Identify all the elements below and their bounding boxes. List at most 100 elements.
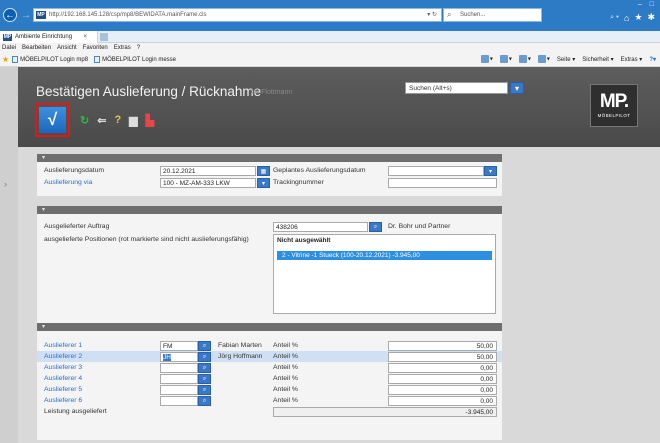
menu-favoriten[interactable]: Favoriten — [83, 45, 108, 51]
deliverer-6-share-label: Anteil % — [273, 397, 298, 404]
order-number-input[interactable]: 438206 — [273, 222, 368, 232]
deliverer-5-share-label: Anteil % — [273, 386, 298, 393]
confirm-button[interactable]: √ — [35, 103, 70, 137]
deliverer-4-code-input[interactable] — [160, 374, 198, 384]
order-panel: ▾ Ausgelieferter Auftrag 438206 ⌕ Dr. Bo… — [37, 206, 502, 323]
deliverer-2-label[interactable]: Auslieferer 2 — [44, 353, 82, 360]
deliverer-1-share-input[interactable]: 50,00 — [388, 341, 497, 351]
deliverers-panel-header[interactable]: ▾ — [37, 323, 502, 331]
delivery-panel-header[interactable]: ▾ — [37, 154, 502, 162]
app-area: › Bestätigen Auslieferung / Rücknahme Ul… — [0, 67, 660, 443]
tools-menu[interactable]: Extras ▾ — [621, 56, 643, 63]
deliverer-3-label[interactable]: Auslieferer 3 — [44, 364, 82, 371]
deliverers-panel: ▾ Auslieferer 1 FM ⌕ Fabian Marten Antei… — [37, 323, 502, 440]
gear-icon[interactable]: ✱ — [647, 12, 655, 23]
favorite-login-messe[interactable]: MÖBELPILOT Login messe — [94, 56, 176, 63]
favorites-bar: ★ MÖBELPILOT Login mp8 MÖBELPILOT Login … — [0, 53, 660, 67]
order-label: Ausgelieferter Auftrag — [44, 223, 110, 230]
deliverer-4-search-icon[interactable]: ⌕ — [198, 374, 211, 384]
deliverer-2-share-label: Anteil % — [273, 353, 298, 360]
deliverer-1-code-input[interactable]: FM — [160, 341, 198, 351]
deliverer-1-label[interactable]: Auslieferer 1 — [44, 342, 82, 349]
mail-dropdown-icon[interactable]: ▾ — [518, 55, 531, 63]
help-icon[interactable]: ? — [114, 114, 121, 126]
deliverer-6-share-input[interactable]: 0,00 — [388, 396, 497, 406]
favorites-star-icon[interactable]: ★ — [634, 12, 642, 23]
order-search-icon[interactable]: ⌕ — [369, 222, 382, 232]
left-strip: › — [0, 67, 18, 443]
page-icon — [12, 56, 19, 63]
app-search-input[interactable]: Suchen (Alt+s) — [405, 82, 508, 94]
print-icon[interactable]: ▾ — [537, 55, 550, 63]
calendar-icon[interactable]: ▦ — [257, 166, 270, 176]
deliverer-6-code-input[interactable] — [160, 396, 198, 406]
menu-bearbeiten[interactable]: Bearbeiten — [22, 45, 51, 51]
tracking-label: Trackingnummer — [273, 179, 324, 186]
site-favicon-icon: MP — [36, 11, 46, 19]
favorites-star-icon[interactable]: ★ — [2, 55, 9, 64]
refresh-icon[interactable]: ↻ — [80, 114, 89, 127]
minimize-icon[interactable]: – — [638, 1, 642, 8]
deliverer-6-label[interactable]: Auslieferer 6 — [44, 397, 82, 404]
delivery-via-label[interactable]: Auslieferung via — [44, 179, 92, 186]
home-dropdown-icon[interactable]: ▾ — [480, 55, 493, 63]
collapse-chevron-icon: ▾ — [42, 155, 46, 161]
deliverer-2-search-icon[interactable]: ⌕ — [198, 352, 211, 362]
positions-listbox[interactable]: Nicht ausgewählt 2 - Vitrine -1 Stueck (… — [273, 234, 496, 314]
planned-date-dropdown-icon[interactable]: ▾ — [484, 166, 497, 176]
page-title: Bestätigen Auslieferung / Rücknahme — [36, 84, 262, 99]
deliverer-3-search-icon[interactable]: ⌕ — [198, 363, 211, 373]
deliverer-6-search-icon[interactable]: ⌕ — [198, 396, 211, 406]
deliverer-3-share-input[interactable]: 0,00 — [388, 363, 497, 373]
help-icon[interactable]: ?▾ — [649, 56, 656, 63]
deliverer-5-label[interactable]: Auslieferer 5 — [44, 386, 82, 393]
refresh-dropdown-icon[interactable]: ▾ ↻ — [427, 11, 437, 18]
delivery-via-select[interactable]: 100 - MZ-AM-333 LKW — [160, 178, 256, 188]
order-panel-header[interactable]: ▾ — [37, 206, 502, 214]
page-menu[interactable]: Seite ▾ — [557, 56, 575, 63]
menu-help[interactable]: ? — [137, 45, 140, 51]
safety-menu[interactable]: Sicherheit ▾ — [582, 56, 613, 63]
tab-strip: MP Ambiente Einrichtung × — [0, 31, 660, 43]
delivery-via-dropdown-icon[interactable]: ▾ — [257, 178, 270, 188]
expand-sidebar-icon[interactable]: › — [4, 179, 7, 189]
menu-datei[interactable]: Datei — [2, 45, 16, 51]
home-icon[interactable]: ⌂ — [624, 13, 629, 23]
maximize-icon[interactable]: □ — [650, 1, 654, 8]
close-tab-icon[interactable]: × — [83, 34, 87, 40]
deliverer-5-search-icon[interactable]: ⌕ — [198, 385, 211, 395]
favorite-login-mp8[interactable]: MÖBELPILOT Login mp8 — [12, 56, 88, 63]
tab-ambiente-einrichtung[interactable]: MP Ambiente Einrichtung × — [0, 31, 98, 43]
delivery-date-input[interactable]: 20.12.2021 — [160, 166, 256, 176]
deliverer-2-code-input[interactable]: JH — [160, 352, 198, 362]
deliverer-5-share-input[interactable]: 0,00 — [388, 385, 497, 395]
back-arrow-icon[interactable]: ⇐ — [97, 114, 106, 127]
menu-ansicht[interactable]: Ansicht — [57, 45, 77, 51]
feeds-dropdown-icon[interactable]: ▾ — [499, 55, 512, 63]
browser-search-input[interactable]: ⌕ Suchen... — [443, 8, 542, 22]
deliverer-5-code-input[interactable] — [160, 385, 198, 395]
pdf-export-icon[interactable]: ▙ — [146, 114, 154, 127]
tracking-input[interactable] — [388, 178, 497, 188]
deliverer-3-code-input[interactable] — [160, 363, 198, 373]
search-dropdown-icon[interactable]: ⌕ ▾ — [610, 14, 619, 22]
address-bar[interactable]: MP http://192.168.145.128/csp/mp8/BEWIDA… — [33, 8, 442, 22]
deliverer-3-share-label: Anteil % — [273, 364, 298, 371]
menu-extras[interactable]: Extras — [114, 45, 131, 51]
app-search-dropdown-button[interactable]: ▾ — [510, 82, 524, 94]
deliverer-2-share-input[interactable]: 50,00 — [388, 352, 497, 362]
customer-name: Dr. Bohr und Partner — [388, 223, 451, 230]
deliverer-4-label[interactable]: Auslieferer 4 — [44, 375, 82, 382]
back-button[interactable]: ← — [3, 8, 17, 22]
new-tab-button[interactable] — [100, 33, 108, 41]
current-user: Uli Flottmann — [251, 89, 293, 96]
window-controls: – □ — [638, 1, 654, 8]
collapse-chevron-icon: ▾ — [42, 207, 46, 213]
deliverer-1-search-icon[interactable]: ⌕ — [198, 341, 211, 351]
forward-button[interactable]: → — [19, 8, 33, 22]
action-toolbar: √ ↻ ⇐ ? ▆ ▙ — [35, 103, 154, 137]
print-icon[interactable]: ▆ — [129, 114, 137, 127]
deliverer-4-share-input[interactable]: 0,00 — [388, 374, 497, 384]
positions-list-item[interactable]: 2 - Vitrine -1 Stueck (100-20.12.2021) -… — [277, 251, 492, 260]
planned-date-input[interactable] — [388, 166, 484, 176]
